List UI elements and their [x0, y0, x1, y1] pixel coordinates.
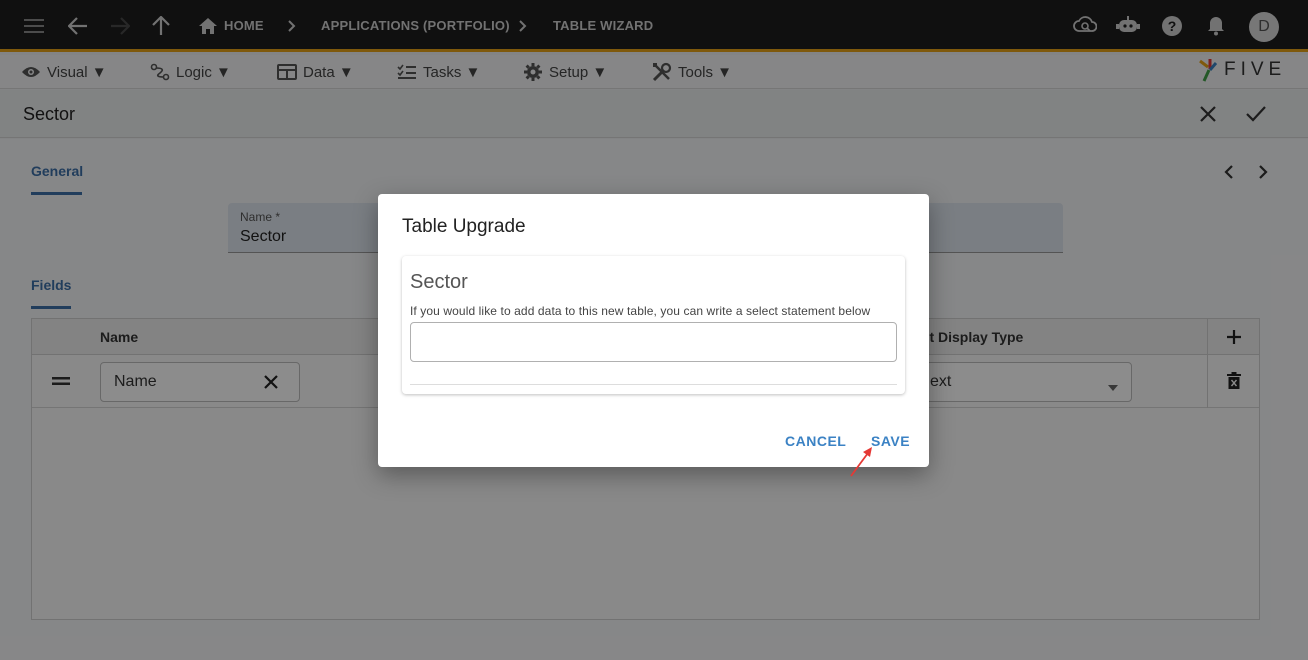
cancel-button[interactable]: CANCEL — [785, 433, 846, 449]
select-statement-input[interactable] — [410, 322, 897, 362]
card-description: If you would like to add data to this ne… — [410, 304, 871, 318]
annotation-arrow-icon — [850, 447, 872, 477]
card-divider — [410, 384, 897, 385]
save-button[interactable]: SAVE — [871, 433, 910, 449]
table-upgrade-dialog: Table Upgrade Sector If you would like t… — [378, 194, 929, 467]
dialog-card: Sector If you would like to add data to … — [402, 256, 905, 394]
dialog-title: Table Upgrade — [402, 216, 526, 237]
card-title: Sector — [410, 271, 468, 293]
